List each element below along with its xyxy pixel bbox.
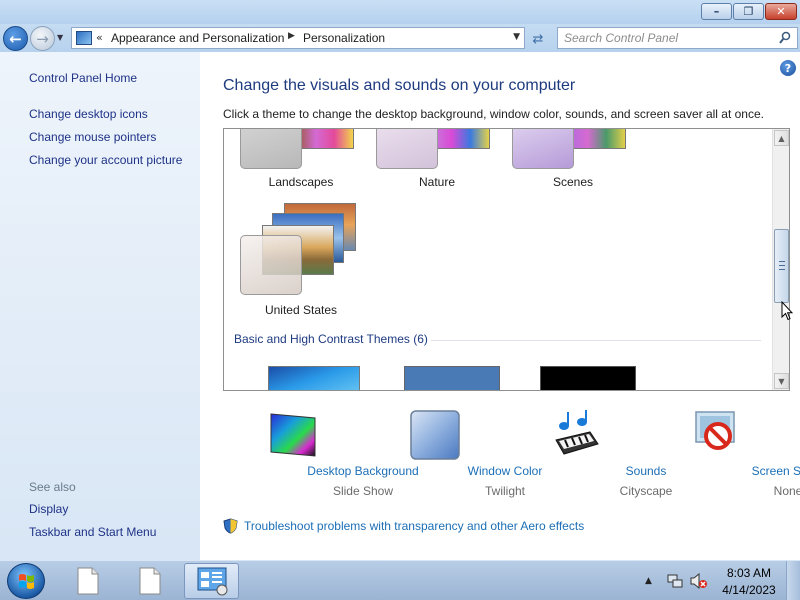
theme-scenes-stack-image xyxy=(568,129,626,149)
scroll-up-icon: ▲ xyxy=(778,133,785,143)
scrollbar-thumb[interactable] xyxy=(774,229,789,303)
scrollbar-grip-icon xyxy=(779,261,785,270)
change-desktop-icons-link[interactable]: Change desktop icons xyxy=(29,107,148,121)
breadcrumb-appearance[interactable]: Appearance and Personalization xyxy=(111,31,284,45)
forward-arrow-icon: → xyxy=(36,29,49,48)
windows-logo-icon xyxy=(19,574,34,589)
left-navigation-pane: Control Panel Home Change desktop icons … xyxy=(0,52,200,560)
show-desktop-button[interactable] xyxy=(786,561,800,600)
theme-united-states[interactable]: United States xyxy=(236,199,366,319)
theme-windows-classic[interactable] xyxy=(404,366,500,390)
desktop-background-value: Slide Show xyxy=(332,484,394,498)
taskbar-document-1[interactable] xyxy=(60,563,115,599)
scroll-down-icon: ▼ xyxy=(778,376,785,386)
control-panel-icon xyxy=(76,31,92,45)
basic-themes-heading: Basic and High Contrast Themes (6) xyxy=(234,332,428,346)
desktop-background-icon xyxy=(270,413,316,457)
show-hidden-icons-button[interactable]: ▲ xyxy=(645,576,652,586)
search-input[interactable] xyxy=(564,30,769,46)
back-button[interactable]: ← xyxy=(3,26,28,51)
see-also-heading: See also xyxy=(29,480,76,494)
clock-date[interactable]: 4/14/2023 xyxy=(718,583,780,597)
theme-united-states-thumbnail xyxy=(240,235,302,295)
document-icon xyxy=(77,567,98,595)
taskbar-document-2[interactable] xyxy=(122,563,177,599)
close-icon: ✕ xyxy=(776,5,786,18)
main-content: ? Change the visuals and sounds on your … xyxy=(200,52,800,560)
minimize-icon: – xyxy=(713,5,720,18)
page-title: Change the visuals and sounds on your co… xyxy=(223,77,576,94)
network-icon[interactable] xyxy=(667,573,683,589)
control-panel-icon xyxy=(197,567,227,596)
start-button[interactable] xyxy=(7,563,45,599)
scroll-down-button[interactable]: ▼ xyxy=(774,373,789,389)
address-dropdown-icon[interactable]: ▼ xyxy=(513,32,520,42)
refresh-icon: ⇄ xyxy=(532,31,544,47)
theme-landscapes-stack-image xyxy=(296,129,354,149)
theme-label: United States xyxy=(264,303,338,317)
minimize-button[interactable]: – xyxy=(701,3,732,20)
theme-windows7-basic[interactable] xyxy=(268,366,360,390)
address-row: ← → ▼ « Appearance and Personalization ▶… xyxy=(0,24,800,52)
title-bar: – ❐ ✕ xyxy=(0,0,800,24)
section-divider xyxy=(431,340,761,341)
screen-saver-icon xyxy=(695,411,735,450)
search-box[interactable] xyxy=(557,27,798,49)
close-button[interactable]: ✕ xyxy=(765,3,797,20)
display-link[interactable]: Display xyxy=(29,502,68,516)
theme-nature[interactable]: Nature xyxy=(372,129,502,191)
refresh-button[interactable]: ⇄ xyxy=(527,29,549,49)
theme-nature-stack-image xyxy=(432,129,490,149)
document-icon xyxy=(139,567,160,595)
theme-high-contrast-1[interactable] xyxy=(540,366,636,390)
breadcrumb-separator-icon[interactable]: ▶ xyxy=(288,31,295,41)
screen-saver-value: None xyxy=(773,484,800,498)
theme-list-panel[interactable]: Landscapes Nature Scenes United States B… xyxy=(223,128,790,391)
taskbar-control-panel[interactable] xyxy=(184,563,239,599)
theme-nature-thumbnail xyxy=(376,129,438,169)
sounds-value: Cityscape xyxy=(619,484,673,498)
page-subtitle: Click a theme to change the desktop back… xyxy=(223,107,764,121)
theme-label: Nature xyxy=(418,175,456,189)
theme-scenes[interactable]: Scenes xyxy=(508,129,638,191)
maximize-button[interactable]: ❐ xyxy=(733,3,764,20)
change-account-picture-link[interactable]: Change your account picture xyxy=(29,153,182,167)
theme-label: Landscapes xyxy=(268,175,334,189)
shield-icon xyxy=(223,518,238,534)
taskbar-start-menu-link[interactable]: Taskbar and Start Menu xyxy=(29,525,156,539)
scroll-up-button[interactable]: ▲ xyxy=(774,130,789,146)
control-panel-home-link[interactable]: Control Panel Home xyxy=(29,71,137,85)
recent-pages-dropdown[interactable]: ▼ xyxy=(57,33,63,42)
taskbar: ▲ 8:03 AM 4/14/2023 xyxy=(0,560,800,600)
window-color-value: Twilight xyxy=(484,484,525,498)
theme-scenes-thumbnail xyxy=(512,129,574,169)
window-color-icon xyxy=(410,410,460,460)
clock-time[interactable]: 8:03 AM xyxy=(718,566,780,580)
theme-landscapes-thumbnail xyxy=(240,129,302,169)
help-icon[interactable]: ? xyxy=(780,60,796,76)
restore-icon: ❐ xyxy=(743,5,754,18)
screen-saver-label[interactable]: Screen Saver xyxy=(718,464,800,478)
theme-label: Scenes xyxy=(552,175,594,189)
change-mouse-pointers-link[interactable]: Change mouse pointers xyxy=(29,130,156,144)
address-bar[interactable]: « Appearance and Personalization ▶ Perso… xyxy=(71,27,525,49)
sounds-icon xyxy=(555,410,599,455)
forward-button[interactable]: → xyxy=(30,26,55,51)
back-arrow-icon: ← xyxy=(9,29,22,48)
address-overflow-chevron[interactable]: « xyxy=(96,31,103,44)
search-icon[interactable] xyxy=(779,31,791,45)
troubleshoot-aero-link[interactable]: Troubleshoot problems with transparency … xyxy=(244,519,584,533)
sounds-label[interactable]: Sounds xyxy=(576,464,716,478)
breadcrumb-personalization[interactable]: Personalization xyxy=(303,31,385,45)
desktop-background-label[interactable]: Desktop Background xyxy=(293,464,433,478)
volume-muted-icon[interactable] xyxy=(690,573,708,589)
mouse-pointer-icon xyxy=(781,301,793,321)
window-color-label[interactable]: Window Color xyxy=(435,464,575,478)
theme-landscapes[interactable]: Landscapes xyxy=(236,129,366,191)
theme-list-scrollbar[interactable]: ▲ ▼ xyxy=(772,129,789,390)
